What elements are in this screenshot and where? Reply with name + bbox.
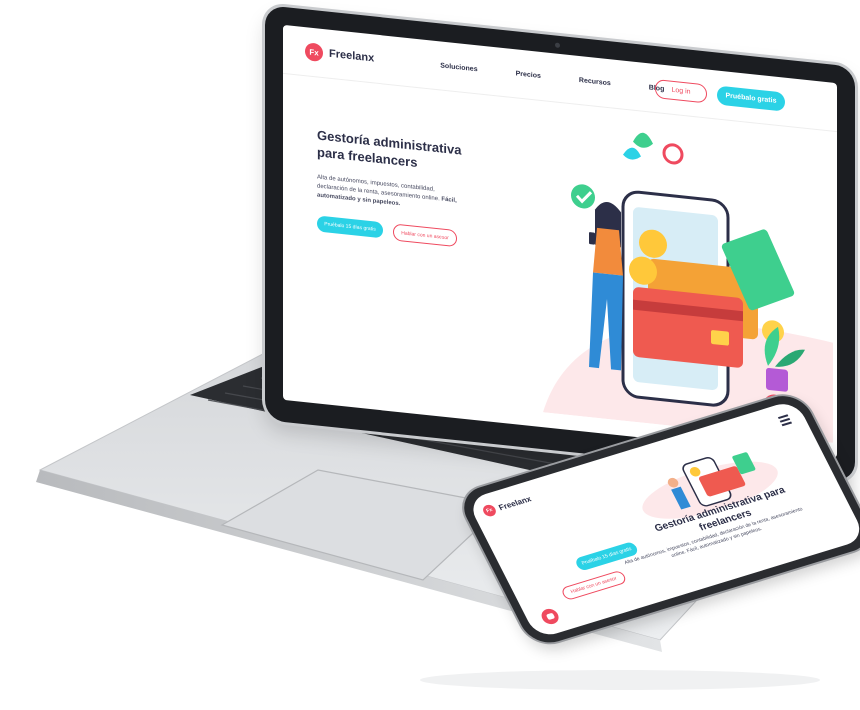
phone-chat-button[interactable]: [538, 606, 562, 627]
logo-badge: Fx: [305, 42, 323, 63]
device-mockup-scene: Fx Freelanx Soluciones Precios Recursos …: [0, 0, 860, 710]
chat-bubble-icon: [545, 612, 555, 621]
login-button[interactable]: Log in: [655, 78, 707, 104]
nav-item-soluciones[interactable]: Soluciones: [440, 62, 477, 73]
hero-description: Alta de autónomos, impuestos, contabilid…: [317, 173, 457, 215]
menu-icon[interactable]: [777, 414, 793, 427]
try-free-button[interactable]: Pruébalo gratis: [717, 85, 785, 112]
site-logo[interactable]: Fx Freelanx: [305, 42, 374, 67]
cta-advisor-button[interactable]: Hablar con un asesor: [393, 223, 457, 248]
phone-logo-text: Freelanx: [496, 493, 533, 512]
phone-cta-advisor-button[interactable]: Hablar con un asesor: [560, 569, 628, 602]
webcam-icon: [555, 42, 560, 49]
cta-trial-button[interactable]: Pruébalo 15 días gratis: [317, 215, 383, 239]
hero-illustration: [543, 132, 833, 443]
nav-item-precios[interactable]: Precios: [516, 70, 541, 80]
hero-title: Gestoría administrativa para freelancers: [317, 127, 462, 171]
device-shadow: [420, 670, 820, 690]
laptop-screen: Fx Freelanx Soluciones Precios Recursos …: [283, 24, 837, 459]
logo-text: Freelanx: [329, 47, 375, 65]
nav-item-recursos[interactable]: Recursos: [579, 76, 611, 86]
phone-logo-badge[interactable]: Fx: [480, 503, 498, 518]
